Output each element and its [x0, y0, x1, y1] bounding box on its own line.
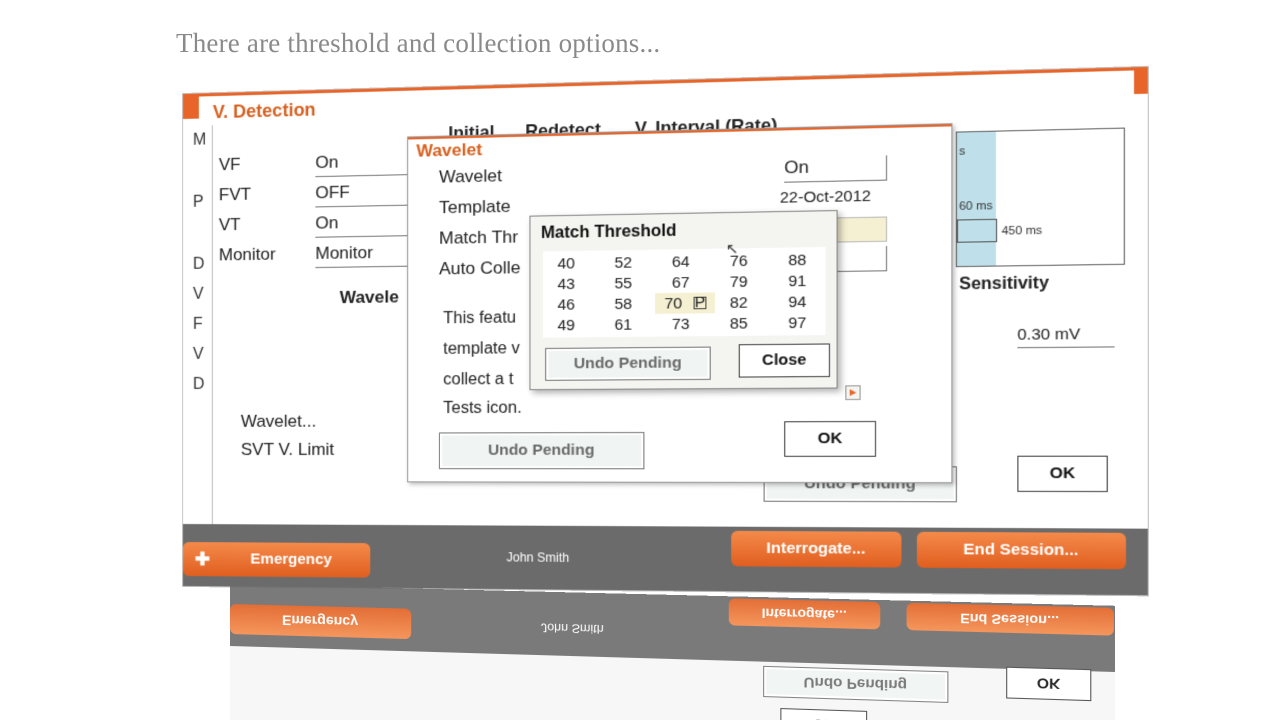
auto-collection-row-label: Auto Colle	[439, 257, 521, 279]
threshold-option[interactable]: 52	[602, 254, 644, 272]
interval-marker	[956, 218, 998, 243]
wavelet-help-line: This featu	[443, 309, 517, 328]
reflection-bar: Emergency John Smith Interrogate... End …	[230, 584, 1116, 673]
threshold-option[interactable]: 61	[602, 316, 644, 334]
zone-value-vt[interactable]: On	[315, 211, 418, 238]
threshold-option[interactable]: 79	[717, 273, 760, 291]
reflection-emergency-label: Emergency	[282, 612, 359, 631]
template-date-value: 22-Oct-2012	[779, 187, 871, 207]
zone-value-monitor[interactable]: Monitor	[315, 242, 418, 269]
threshold-option[interactable]: 64	[659, 253, 702, 271]
match-threshold-dialog: Match Threshold 40 52 64 76 88 43 55 67 …	[529, 210, 838, 391]
threshold-option[interactable]: 40	[545, 255, 587, 273]
wavelet-link[interactable]: Wavelet...	[241, 412, 316, 432]
interval-label-s: s	[959, 145, 966, 158]
threshold-option[interactable]: 67	[659, 274, 702, 292]
reflection-end-session: End Session...	[906, 602, 1114, 636]
svt-v-limit-label: SVT V. Limit	[240, 439, 335, 459]
reflection-ok-2: OK	[780, 708, 868, 720]
interval-label-60: 60 ms	[959, 199, 993, 214]
threshold-option[interactable]: 73	[659, 315, 702, 334]
template-row-label: Template	[439, 196, 511, 218]
threshold-option[interactable]: 88	[776, 251, 820, 269]
zone-value-vf[interactable]: On	[315, 150, 418, 178]
bottom-toolbar: ✚ Emergency John Smith Interrogate... En…	[183, 524, 1148, 596]
wavelet-onoff-value[interactable]: On	[784, 155, 888, 183]
reflection-patient: John Smith	[540, 620, 604, 637]
reflection-content: Emergency John Smith Interrogate... End …	[230, 584, 1116, 720]
threshold-option[interactable]: 85	[717, 315, 760, 333]
programmer-screen: V. Detection M P D V F V D Initial Redet…	[183, 66, 1148, 596]
wavelet-help-line: template v	[443, 339, 520, 358]
end-session-button[interactable]: End Session...	[916, 531, 1127, 570]
zone-label-fvt: FVT	[218, 184, 251, 205]
tab-letter[interactable]: D	[193, 376, 205, 394]
pending-badge-icon: P	[693, 293, 707, 312]
wavelet-dialog-title: Wavelet	[416, 139, 483, 161]
zone-label-vt: VT	[218, 214, 241, 235]
undo-pending-button-threshold[interactable]: Undo Pending	[545, 346, 711, 381]
patient-name: John Smith	[506, 550, 570, 566]
emergency-label: Emergency	[250, 550, 333, 569]
interval-label-450: 450 ms	[1001, 224, 1043, 238]
tab-letter[interactable]: V	[193, 286, 204, 304]
threshold-option[interactable]: 97	[776, 314, 820, 332]
reflection-emergency: Emergency	[230, 604, 412, 640]
tab-letter[interactable]: V	[193, 346, 204, 364]
wavelet-row-label: Wavelet	[439, 165, 503, 187]
reflection-interrogate: Interrogate...	[728, 598, 881, 630]
threshold-option[interactable]: 91	[776, 272, 820, 290]
mouse-cursor-icon: ↖	[725, 239, 739, 257]
zone-label-monitor: Monitor	[218, 244, 276, 265]
threshold-option-selected[interactable]: 70 P	[655, 292, 716, 314]
emergency-button[interactable]: ✚ Emergency	[183, 542, 371, 578]
threshold-selected-value: 70	[664, 294, 683, 313]
match-threshold-title: Match Threshold	[540, 222, 677, 243]
threshold-option[interactable]: 55	[602, 275, 644, 293]
tab-letter[interactable]: M	[193, 131, 206, 149]
ok-button-wavelet[interactable]: OK	[784, 420, 877, 457]
wavelet-help-line: Tests icon.	[443, 399, 522, 418]
threshold-option[interactable]: 49	[545, 317, 587, 335]
tab-letter[interactable]: D	[193, 256, 205, 274]
threshold-option[interactable]: 46	[545, 296, 587, 314]
threshold-option[interactable]: 94	[776, 293, 820, 311]
ok-button-main[interactable]: OK	[1017, 455, 1108, 493]
tab-letter[interactable]: F	[193, 316, 203, 334]
threshold-option[interactable]: 58	[602, 295, 644, 313]
close-button[interactable]: Close	[738, 343, 830, 378]
sensitivity-label: Sensitivity	[959, 274, 1049, 294]
undo-pending-button-wavelet[interactable]: Undo Pending	[439, 432, 645, 470]
reflection-undo-pending: Undo Pending	[763, 665, 949, 703]
title-orange-corner-right	[1134, 70, 1148, 95]
reflection-ok: OK	[1006, 666, 1092, 702]
title-orange-corner	[183, 96, 199, 119]
left-tab-strip: M P D V F V D	[183, 125, 213, 537]
tab-letter[interactable]: P	[193, 194, 204, 212]
emergency-cross-icon: ✚	[194, 549, 210, 570]
slide-caption: There are threshold and collection optio…	[176, 28, 661, 58]
zone-label-vf: VF	[218, 154, 241, 175]
screen-reflection: Emergency John Smith Interrogate... End …	[230, 584, 1116, 720]
interval-graph-panel: s 60 ms 450 ms	[955, 127, 1125, 268]
threshold-grid: 40 52 64 76 88 43 55 67 79 91 46 58 70 P…	[543, 246, 826, 338]
threshold-option[interactable]: 82	[717, 294, 760, 312]
threshold-option[interactable]: 76	[717, 252, 760, 270]
threshold-option[interactable]: 43	[545, 275, 587, 294]
wavelet-section-heading: Wavele	[339, 287, 399, 308]
window-title: V. Detection	[212, 99, 316, 123]
zone-value-fvt[interactable]: OFF	[315, 181, 418, 208]
interrogate-button[interactable]: Interrogate...	[731, 530, 902, 568]
play-arrow-icon[interactable]: ▶	[845, 385, 861, 401]
wavelet-help-line: collect a t	[443, 370, 514, 389]
sensitivity-value[interactable]: 0.30 mV	[1017, 324, 1115, 349]
match-threshold-row-label: Match Thr	[439, 227, 519, 248]
